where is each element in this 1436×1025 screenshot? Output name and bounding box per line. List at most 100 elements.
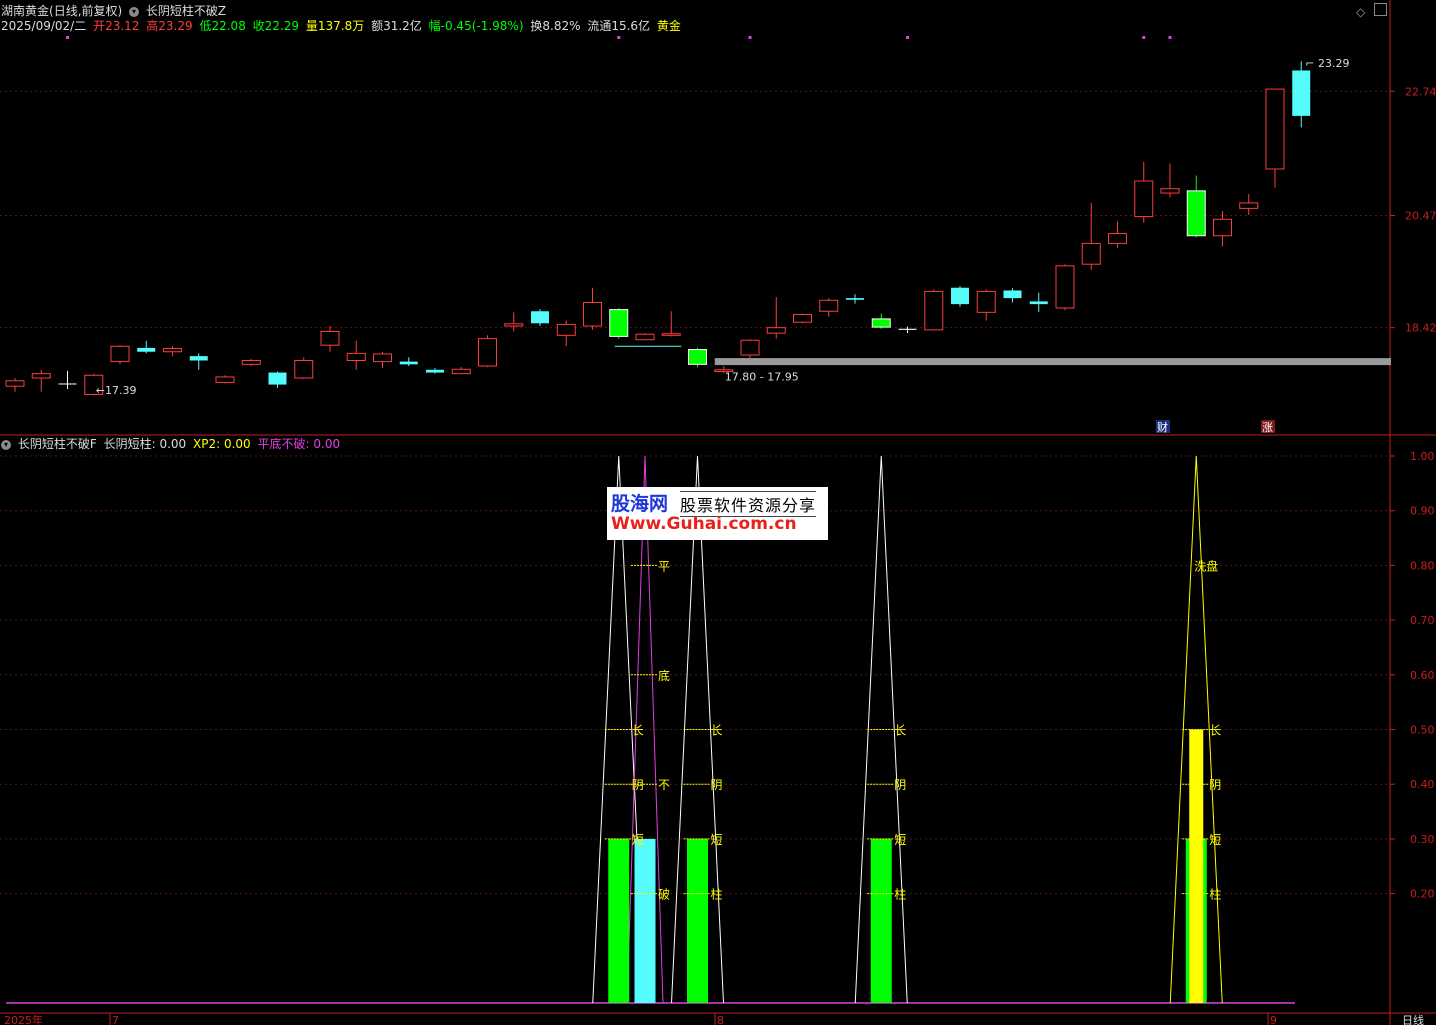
candle bbox=[1108, 221, 1127, 248]
candle bbox=[924, 289, 944, 331]
candle-body bbox=[268, 372, 287, 385]
v1-value: 0.00 bbox=[159, 437, 187, 451]
candle bbox=[609, 307, 629, 339]
x-tick-label: 9 bbox=[1270, 1014, 1277, 1025]
price-tick-label: 22.74 bbox=[1405, 85, 1436, 98]
signal-label: 柱 bbox=[711, 887, 723, 902]
candle bbox=[793, 313, 812, 324]
candle bbox=[451, 367, 471, 375]
candle bbox=[688, 347, 707, 368]
candle-body bbox=[1186, 190, 1206, 237]
price-tick-label: 18.42 bbox=[1405, 322, 1436, 335]
candle bbox=[426, 368, 444, 374]
candle-body bbox=[241, 360, 261, 365]
signal-label: 长 bbox=[1209, 724, 1221, 738]
change-value: -0.45(-1.98%) bbox=[440, 19, 524, 33]
candle bbox=[583, 287, 602, 330]
candle-body bbox=[1055, 265, 1075, 309]
candle bbox=[1292, 61, 1311, 128]
float-label: 流通 bbox=[587, 19, 612, 33]
volume-value: 137.8万 bbox=[317, 19, 365, 33]
signal-label: 破 bbox=[658, 887, 670, 902]
candle bbox=[320, 326, 340, 352]
diamond-icon[interactable]: ◇ bbox=[1356, 5, 1365, 19]
signal-label: 长 bbox=[894, 724, 906, 738]
candle bbox=[661, 311, 681, 337]
candle bbox=[504, 312, 524, 332]
candle bbox=[346, 340, 366, 370]
candle bbox=[1186, 175, 1206, 238]
open-value: 23.12 bbox=[105, 19, 140, 33]
event-marker bbox=[906, 36, 909, 39]
candle-body bbox=[1134, 180, 1154, 218]
main-indicator-name[interactable]: 长阴短柱不破Z bbox=[146, 4, 226, 18]
candle bbox=[137, 340, 156, 354]
high-value: 23.29 bbox=[158, 19, 193, 33]
limit-up-badge: 涨 bbox=[1262, 421, 1273, 434]
indicator-tick-label: 0.90 bbox=[1410, 505, 1435, 518]
event-marker bbox=[1168, 36, 1172, 39]
candle bbox=[635, 333, 655, 341]
candle-body bbox=[31, 373, 51, 379]
candle-body bbox=[163, 347, 182, 353]
float-value: 15.6亿 bbox=[611, 19, 651, 33]
candle bbox=[373, 351, 392, 369]
candle bbox=[766, 297, 786, 339]
candle-body bbox=[1292, 70, 1311, 116]
candle bbox=[871, 313, 891, 329]
candle bbox=[31, 369, 51, 392]
window-icon[interactable] bbox=[1374, 3, 1387, 16]
signal-label: 不 bbox=[658, 778, 670, 792]
candle-body bbox=[451, 368, 471, 375]
event-marker bbox=[748, 36, 752, 39]
signal-label: 短 bbox=[632, 833, 644, 847]
watermark-brand: 股海网 bbox=[611, 493, 669, 515]
candle bbox=[1055, 264, 1075, 311]
x-tick-label: 8 bbox=[717, 1014, 724, 1025]
indicator-toggle-icon[interactable]: ▾ bbox=[1, 439, 11, 450]
candle-body bbox=[661, 333, 681, 336]
sector-tag[interactable]: 黄金 bbox=[657, 19, 681, 33]
signal-label: 阴 bbox=[632, 778, 644, 792]
signal-label: 底 bbox=[658, 668, 670, 683]
signal-label: 柱 bbox=[1209, 887, 1221, 902]
signal-label: 长 bbox=[711, 724, 723, 738]
candle bbox=[1134, 161, 1154, 223]
candle-body bbox=[1108, 233, 1127, 244]
candle bbox=[1029, 292, 1048, 312]
candle bbox=[951, 286, 969, 307]
signal-label: 短 bbox=[1209, 833, 1221, 847]
candle bbox=[531, 309, 549, 327]
candle-body bbox=[766, 327, 786, 334]
v3-value: 0.00 bbox=[313, 437, 341, 451]
candle bbox=[268, 371, 287, 388]
open-label: 开 bbox=[93, 19, 106, 33]
close-label: 收 bbox=[252, 19, 265, 33]
candle bbox=[1265, 88, 1285, 188]
event-marker bbox=[66, 36, 69, 39]
sub-indicator-name[interactable]: 长阴短柱不破F bbox=[18, 437, 97, 451]
signal-bar bbox=[1189, 729, 1204, 1003]
low-label: 低 bbox=[199, 19, 212, 33]
candle-body bbox=[609, 309, 629, 337]
indicator-tick-label: 0.30 bbox=[1410, 833, 1435, 846]
candle-body bbox=[898, 328, 917, 330]
finance-badge: 财 bbox=[1157, 420, 1168, 434]
candle-body bbox=[346, 352, 366, 362]
indicator-toggle-icon[interactable]: ▾ bbox=[129, 6, 140, 17]
candle bbox=[556, 320, 576, 347]
support-band bbox=[714, 358, 1391, 366]
candle bbox=[1003, 288, 1022, 303]
indicator-tick-label: 0.40 bbox=[1410, 778, 1435, 791]
candle bbox=[5, 378, 25, 392]
candle-body bbox=[5, 380, 25, 387]
candle-body bbox=[320, 331, 340, 346]
watermark-url: Www.Guhai.com.cn bbox=[611, 514, 797, 534]
v3-label: 平底不破: bbox=[257, 437, 310, 451]
candle-body bbox=[793, 314, 812, 323]
price-chart[interactable]: ←17.39 ⌐ 23.29 17.80 - 17.95 财 涨 bbox=[5, 36, 1391, 434]
candle bbox=[976, 289, 996, 321]
candle-body bbox=[399, 361, 418, 365]
candle bbox=[241, 358, 261, 366]
low-price-label: ←17.39 bbox=[96, 384, 137, 397]
